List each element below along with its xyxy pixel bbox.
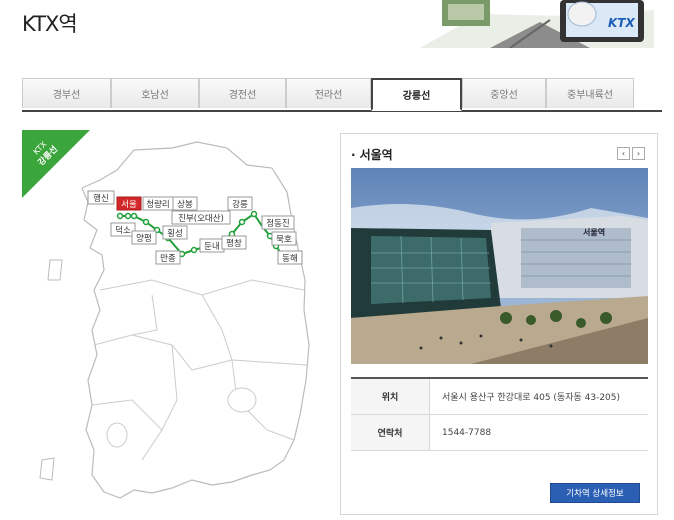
station-mukho[interactable]: 묵호 bbox=[271, 231, 297, 246]
station-name-title: 서울역 bbox=[351, 146, 393, 163]
contact-label: 연락처 bbox=[351, 414, 430, 451]
svg-text:행신: 행신 bbox=[93, 193, 109, 204]
svg-text:평창: 평창 bbox=[226, 238, 242, 249]
header-train-illustration: KTX bbox=[420, 0, 654, 48]
korea-route-map: KTX 강릉선 행신 서울 청량리 상봉 덕소 양평 만종 횡성 둔내 진부(오… bbox=[22, 130, 310, 499]
station-pyeongchang[interactable]: 평창 bbox=[221, 235, 247, 250]
svg-text:청량리: 청량리 bbox=[146, 199, 169, 210]
svg-text:진부(오대산): 진부(오대산) bbox=[178, 213, 224, 224]
station-hoengseong[interactable]: 횡성 bbox=[162, 225, 188, 240]
tab-gyeongjeon[interactable]: 경전선 bbox=[199, 78, 286, 108]
tab-jungbunaeryuk[interactable]: 중부내륙선 bbox=[546, 78, 634, 108]
station-yangpyeong[interactable]: 양평 bbox=[131, 230, 157, 245]
svg-text:정동진: 정동진 bbox=[266, 218, 289, 229]
line-tabs: 경부선 호남선 경전선 전라선 강릉선 중앙선 중부내륙선 bbox=[22, 78, 662, 112]
station-photo: 서울역 bbox=[351, 168, 648, 364]
station-sangbong[interactable]: 상봉 bbox=[172, 196, 198, 211]
svg-text:묵호: 묵호 bbox=[276, 235, 292, 245]
ktx-gangneung-ribbon bbox=[22, 130, 90, 198]
tab-jungang[interactable]: 중앙선 bbox=[462, 78, 546, 108]
station-info-table: 위치 서울시 용산구 한강대로 405 (동자동 43-205) 연락처 154… bbox=[351, 377, 648, 451]
station-jinbu[interactable]: 진부(오대산) bbox=[171, 210, 231, 225]
svg-text:강릉: 강릉 bbox=[232, 199, 248, 210]
station-info-panel: 서울역 ‹ › 서울역 위치 서 bbox=[340, 133, 658, 515]
svg-text:동해: 동해 bbox=[282, 254, 298, 264]
svg-text:서울: 서울 bbox=[121, 200, 137, 210]
ktx-logo-text: KTX bbox=[608, 16, 635, 30]
station-seoul[interactable]: 서울 bbox=[116, 196, 142, 211]
svg-text:덕소: 덕소 bbox=[115, 225, 131, 236]
tab-jeolla[interactable]: 전라선 bbox=[286, 78, 371, 108]
table-row: 위치 서울시 용산구 한강대로 405 (동자동 43-205) bbox=[351, 377, 648, 415]
svg-text:만종: 만종 bbox=[160, 254, 176, 264]
location-value: 서울시 용산구 한강대로 405 (동자동 43-205) bbox=[429, 377, 648, 415]
svg-text:횡성: 횡성 bbox=[167, 228, 183, 239]
station-manjong[interactable]: 만종 bbox=[155, 250, 181, 265]
svg-text:상봉: 상봉 bbox=[177, 199, 193, 210]
location-label: 위치 bbox=[351, 377, 430, 415]
next-station-button[interactable]: › bbox=[632, 147, 645, 160]
tab-gyeongbu[interactable]: 경부선 bbox=[22, 78, 111, 108]
station-dunnae[interactable]: 둔내 bbox=[199, 238, 225, 253]
table-row: 연락처 1544-7788 bbox=[351, 414, 648, 451]
station-detail-button[interactable]: 기차역 상세정보 bbox=[550, 483, 640, 503]
tab-honam[interactable]: 호남선 bbox=[111, 78, 199, 108]
station-donghae[interactable]: 동해 bbox=[277, 250, 303, 265]
station-gangneung[interactable]: 강릉 bbox=[227, 196, 253, 211]
svg-text:둔내: 둔내 bbox=[204, 242, 220, 252]
contact-value: 1544-7788 bbox=[429, 414, 648, 451]
svg-text:양평: 양평 bbox=[136, 233, 152, 244]
station-cheongnyangni[interactable]: 청량리 bbox=[142, 196, 174, 211]
page-title: KTX역 bbox=[22, 12, 78, 36]
station-haengsin[interactable]: 행신 bbox=[87, 190, 115, 205]
photo-station-sign: 서울역 bbox=[583, 227, 605, 237]
station-deokso[interactable]: 덕소 bbox=[110, 222, 136, 237]
station-jeongdongjin[interactable]: 정동진 bbox=[261, 215, 295, 230]
tab-gangneung[interactable]: 강릉선 bbox=[371, 78, 462, 111]
prev-station-button[interactable]: ‹ bbox=[617, 147, 630, 160]
